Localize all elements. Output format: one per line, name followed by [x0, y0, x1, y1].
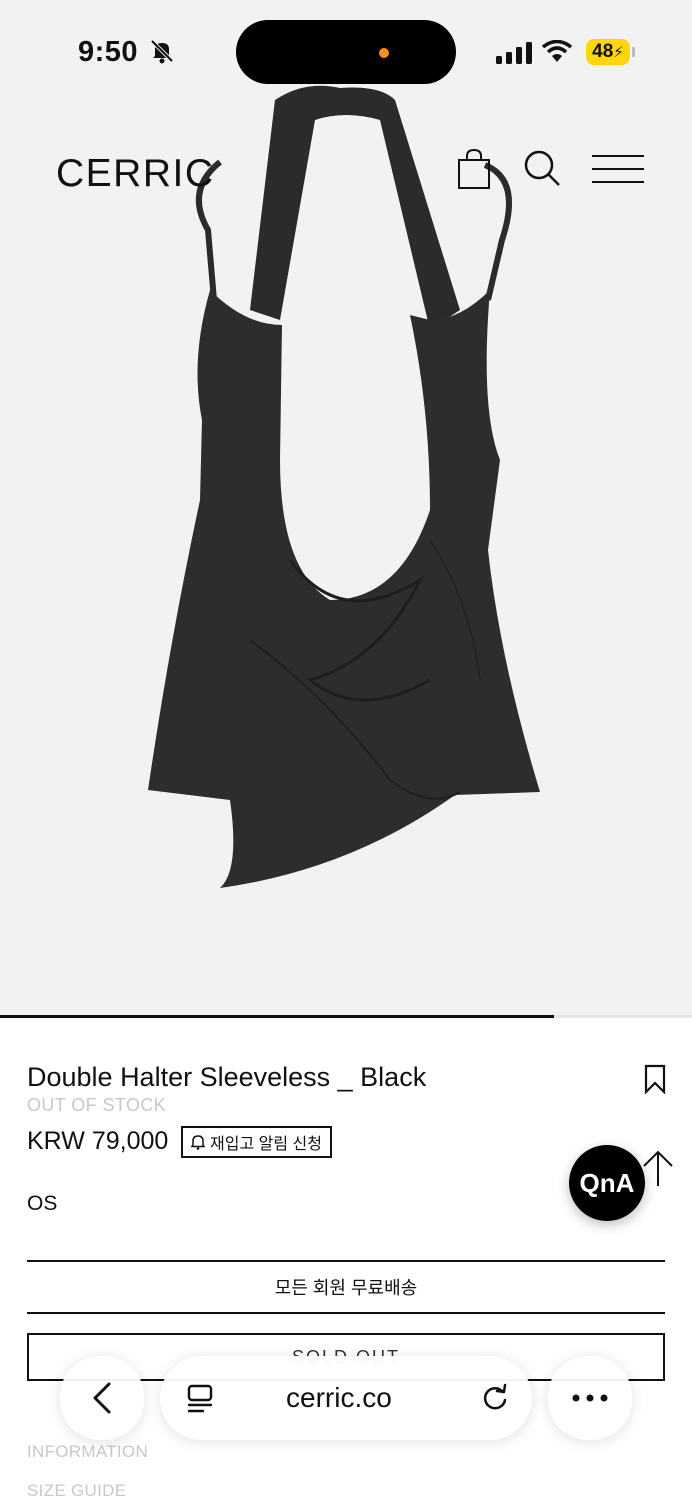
tab-size-guide[interactable]: SIZE GUIDE: [27, 1481, 126, 1501]
divider: [27, 1312, 665, 1314]
restock-alert-label: 재입고 알림 신청: [210, 1136, 322, 1153]
url-text: cerric.co: [286, 1382, 392, 1413]
shopping-bag-icon[interactable]: [456, 148, 492, 190]
product-image: [148, 85, 540, 888]
scroll-top-arrow-icon[interactable]: [640, 1148, 676, 1188]
search-icon[interactable]: [522, 148, 562, 188]
size-option[interactable]: OS: [27, 1192, 57, 1216]
chevron-left-icon: [93, 1382, 111, 1414]
charging-bolt-icon: ⚡: [613, 44, 624, 61]
gallery-progress-fill: [0, 1015, 554, 1018]
qna-button[interactable]: QnA: [569, 1145, 645, 1221]
bell-slash-icon: [150, 39, 174, 64]
hamburger-menu-icon[interactable]: [592, 154, 644, 184]
battery-level: 48: [592, 41, 614, 62]
cellular-signal-icon: [496, 42, 532, 64]
wifi-icon: [542, 40, 572, 62]
bookmark-icon[interactable]: [644, 1064, 666, 1094]
restock-alert-button[interactable]: 재입고 알림 신청: [181, 1126, 332, 1158]
dynamic-island: [236, 20, 456, 84]
privacy-indicator: [379, 48, 389, 58]
stock-status: OUT OF STOCK: [27, 1095, 167, 1115]
bell-icon: [191, 1135, 205, 1150]
browser-back-button[interactable]: [60, 1356, 144, 1440]
tab-information[interactable]: INFORMATION: [27, 1442, 148, 1462]
product-image-area[interactable]: 9:50 48 ⚡ CERRIC: [0, 0, 692, 1016]
reload-icon[interactable]: [480, 1383, 510, 1413]
product-price: KRW 79,000: [27, 1127, 169, 1155]
status-time: 9:50: [78, 36, 139, 68]
address-bar[interactable]: cerric.co: [160, 1356, 532, 1440]
brand-logo[interactable]: CERRIC: [56, 152, 215, 196]
product-title: Double Halter Sleeveless _ Black: [27, 1062, 427, 1092]
battery-indicator: 48 ⚡: [586, 39, 630, 65]
gallery-progress: [0, 1015, 692, 1018]
battery-cap: [632, 47, 635, 57]
browser-more-button[interactable]: [548, 1356, 632, 1440]
ellipsis-icon: [572, 1394, 608, 1402]
free-shipping-notice: 모든 회원 무료배송: [274, 1278, 418, 1298]
reader-icon[interactable]: [186, 1384, 214, 1414]
